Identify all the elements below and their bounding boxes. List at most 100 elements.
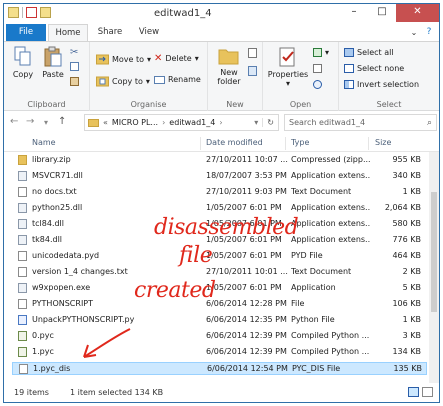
column-divider[interactable] [200, 137, 201, 150]
address-bar[interactable]: « MICRO PL... › editwad1_4 › ▾ ↻ [84, 114, 279, 131]
ribbon-tabs: File Home Share View ⌄ ? [4, 24, 439, 42]
column-header-size[interactable]: Size [375, 138, 391, 147]
breadcrumb-item[interactable]: editwad1_4 [169, 118, 215, 127]
folder-icon [8, 7, 19, 18]
table-row[interactable]: PYTHONSCRIPT 6/06/2014 12:28 PM File 106 KB [12, 298, 427, 311]
scrollbar-thumb[interactable] [431, 192, 437, 312]
organise-group-label: Organise [130, 100, 167, 109]
select-all-button[interactable]: Select all [344, 48, 394, 57]
address-dropdown-icon[interactable]: ▾ [254, 118, 258, 127]
item-count: 19 items [14, 388, 49, 397]
chevron-down-icon: ▾ [285, 79, 290, 88]
delete-button[interactable]: ✕ Delete ▾ [154, 53, 199, 64]
zip-file-icon [18, 155, 27, 165]
cut-button[interactable]: ✂ [70, 47, 78, 58]
select-none-button[interactable]: Select none [344, 64, 404, 73]
txt-file-icon [18, 187, 27, 197]
ribbon: Copy Paste ✂ Clipboard Move to ▾ Copy to… [4, 41, 439, 111]
tab-home[interactable]: Home [48, 24, 88, 42]
column-divider[interactable] [285, 137, 286, 150]
annotation-arrow-icon [83, 328, 131, 358]
select-group: Select all Select none Invert selection … [339, 42, 439, 111]
chevron-down-icon: ▾ [194, 54, 199, 63]
file-size: 955 KB [392, 155, 421, 164]
tab-file[interactable]: File [6, 24, 46, 42]
column-divider[interactable] [368, 137, 369, 150]
properties-button[interactable]: Properties ▾ [267, 46, 309, 88]
table-row[interactable]: w9xpopen.exe 1/05/2007 6:01 PM Application… [12, 282, 427, 295]
chevron-down-icon[interactable]: ⌄ [408, 24, 420, 42]
txt-file-icon [19, 364, 28, 374]
select-none-label: Select none [357, 64, 405, 73]
file-date: 1/05/2007 6:01 PM [206, 251, 282, 260]
dll-file-icon [18, 219, 27, 229]
column-header-date[interactable]: Date modified [206, 138, 263, 147]
new-folder-button[interactable]: New folder [212, 46, 246, 86]
close-button[interactable]: ✕ [396, 4, 439, 22]
file-type: Application extens... [291, 171, 371, 180]
file-type: Application extens... [291, 219, 371, 228]
quick-access-toolbar [8, 7, 51, 18]
table-row[interactable]: no docs.txt 27/10/2011 9:03 PM Text Docume… [12, 186, 427, 199]
shortcut-icon [70, 77, 79, 86]
copy-to-button[interactable]: Copy to ▾ [96, 75, 150, 87]
file-name: no docs.txt [32, 187, 77, 196]
copy-label: Copy [12, 70, 34, 79]
rename-button[interactable]: Rename [154, 75, 201, 84]
edit-button[interactable] [313, 64, 322, 73]
new-folder-icon[interactable] [40, 7, 51, 18]
paste-shortcut-button[interactable] [70, 77, 79, 86]
chevron-right-icon[interactable]: › [219, 118, 222, 127]
help-icon[interactable]: ? [422, 24, 436, 42]
back-icon[interactable]: ← [10, 116, 18, 127]
table-row[interactable]: library.zip 27/10/2011 10:07 ... Compresse… [12, 154, 427, 167]
table-row[interactable]: unicodedata.pyd 1/05/2007 6:01 PM PYD File… [12, 250, 427, 263]
txt-file-icon [18, 267, 27, 277]
table-row[interactable]: version 1_4 changes.txt 27/10/2011 10:01 … [12, 266, 427, 279]
column-header-type[interactable]: Type [291, 138, 309, 147]
vertical-scrollbar[interactable] [429, 152, 439, 383]
table-row[interactable]: python25.dll 1/05/2007 6:01 PM Application… [12, 202, 427, 215]
search-input[interactable]: Search editwad1_4 ⌕ [284, 114, 437, 131]
breadcrumb-overflow-icon[interactable]: « [103, 118, 108, 127]
annotation-text: created [134, 278, 216, 303]
file-date: 6/06/2014 12:54 PM [207, 364, 288, 373]
copy-path-button[interactable] [70, 62, 79, 71]
history-button[interactable] [313, 80, 322, 89]
details-view-icon[interactable] [408, 387, 419, 397]
tab-view[interactable]: View [132, 24, 166, 42]
breadcrumb-item[interactable]: MICRO PL... [112, 118, 158, 127]
file-date: 6/06/2014 12:35 PM [206, 315, 287, 324]
forward-icon[interactable]: → [26, 116, 34, 127]
invert-selection-button[interactable]: Invert selection [344, 80, 419, 89]
file-type: File [291, 299, 305, 308]
paste-button[interactable]: Paste [38, 46, 68, 79]
recent-locations-icon[interactable]: ▾ [44, 118, 48, 127]
dll-file-icon [18, 235, 27, 245]
chevron-right-icon[interactable]: › [162, 118, 165, 127]
txt-file-icon [18, 251, 27, 261]
copy-to-label: Copy to [112, 76, 143, 86]
select-all-label: Select all [357, 48, 394, 57]
select-group-label: Select [376, 100, 402, 109]
invert-selection-icon [344, 80, 354, 89]
minimize-button[interactable]: – [340, 4, 368, 22]
copy-button[interactable]: Copy [10, 46, 36, 79]
delete-label: Delete [165, 54, 192, 63]
easy-access-button[interactable] [248, 66, 257, 76]
refresh-icon[interactable]: ↻ [262, 118, 278, 127]
clipboard-group: Copy Paste ✂ Clipboard [4, 42, 90, 111]
tab-share[interactable]: Share [92, 24, 128, 42]
open-button[interactable]: ▾ [313, 48, 329, 57]
file-date: 6/06/2014 12:39 PM [206, 347, 287, 356]
properties-icon[interactable] [26, 7, 37, 18]
new-item-button[interactable] [248, 48, 257, 58]
move-to-button[interactable]: Move to ▾ [96, 53, 151, 65]
file-type: Application extens... [291, 203, 371, 212]
table-row[interactable]: MSVCR71.dll 18/07/2007 3:53 PM Application… [12, 170, 427, 183]
new-group-label: New [226, 100, 244, 109]
column-header-name[interactable]: Name [32, 138, 56, 147]
maximize-button[interactable]: □ [368, 4, 396, 22]
up-icon[interactable]: ↑ [58, 116, 66, 127]
large-icons-view-icon[interactable] [422, 387, 433, 397]
